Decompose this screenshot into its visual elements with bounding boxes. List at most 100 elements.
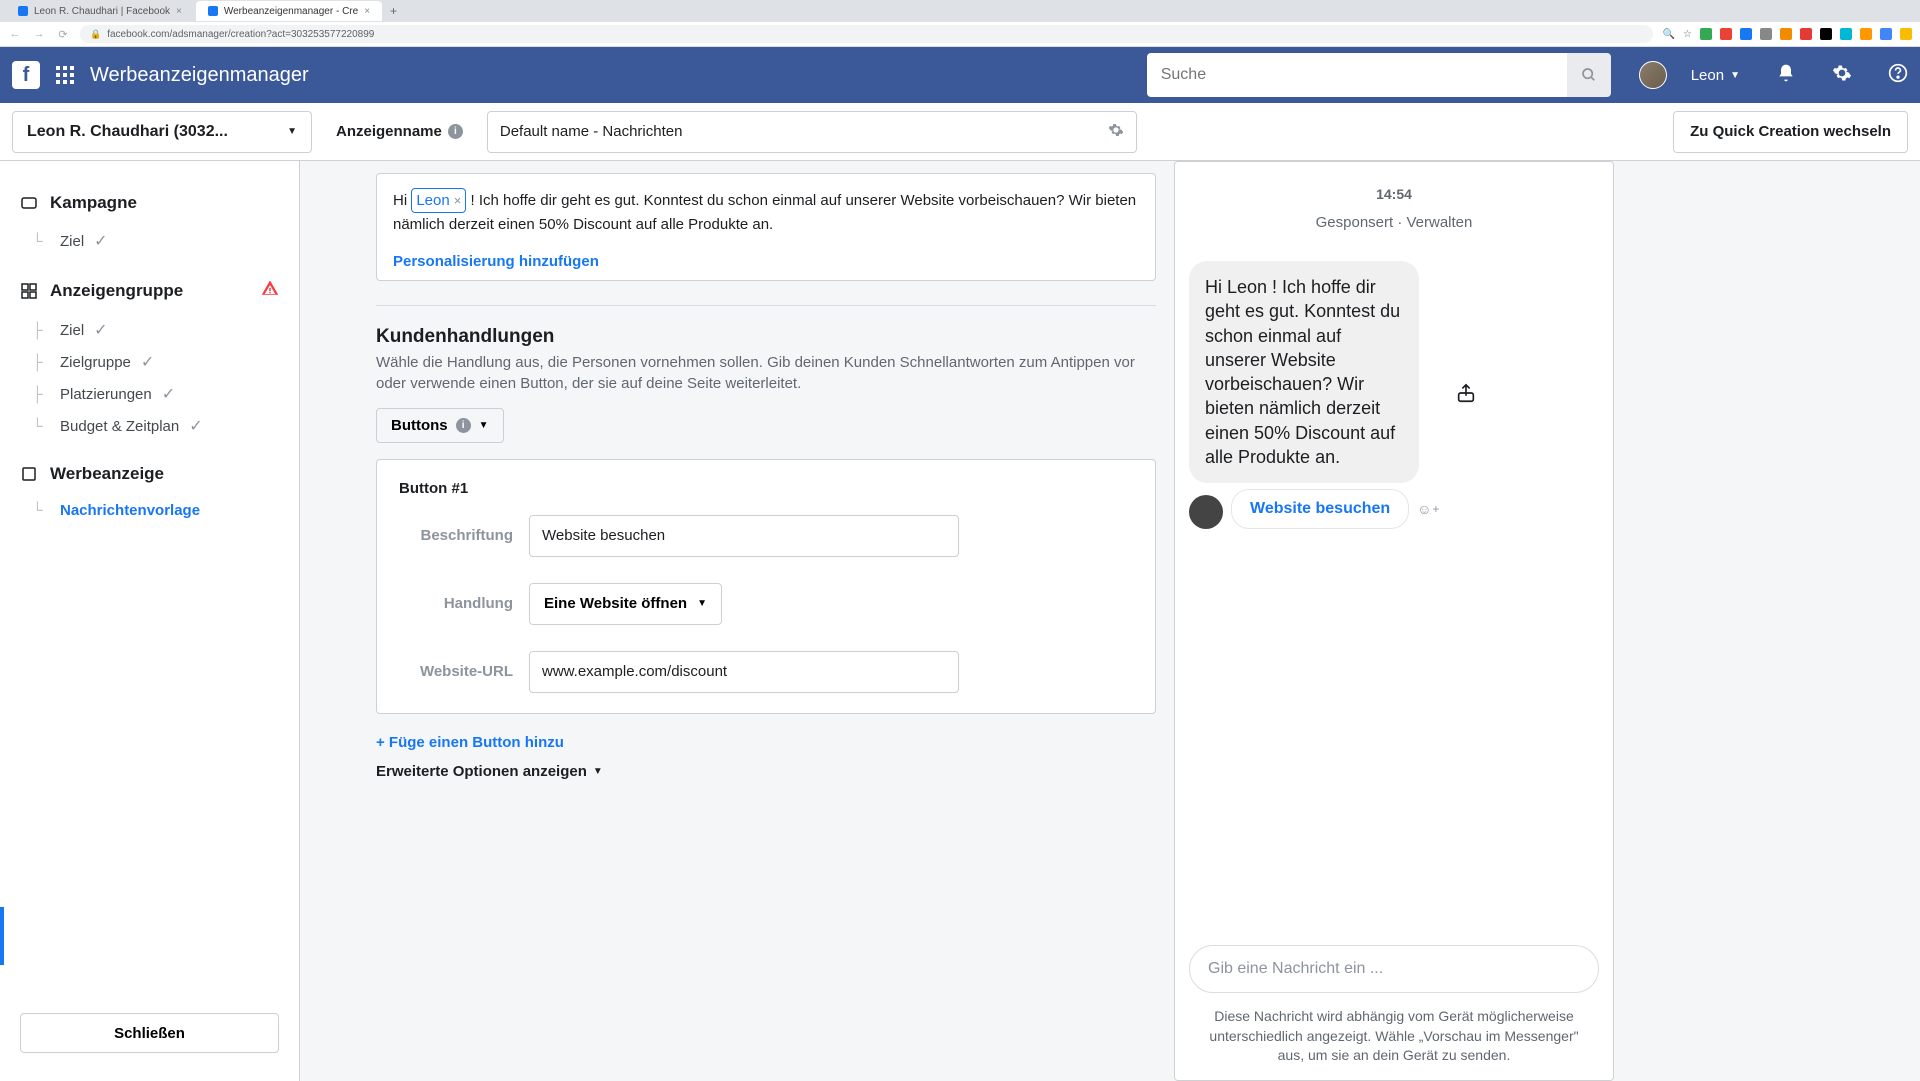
sidebar-section-ad[interactable]: Werbeanzeige [0,464,299,496]
tree-line: └ [32,502,50,519]
check-icon: ✓ [94,320,107,340]
zoom-icon[interactable]: 🔍 [1663,29,1675,40]
section-label: Kampagne [50,193,137,213]
browser-tab-2[interactable]: Werbeanzeigenmanager - Cre × [196,1,382,21]
sidebar-item-ziel[interactable]: └ Ziel ✓ [32,225,299,257]
add-button-link[interactable]: + Füge einen Button hinzu [376,734,1156,751]
message-text[interactable]: Hi Leon × ! Ich hoffe dir geht es gut. K… [393,188,1139,237]
sub-header: Leon R. Chaudhari (3032... ▼ Anzeigennam… [0,103,1920,161]
warning-icon [261,279,279,302]
close-label: Schließen [114,1025,185,1042]
ext-icon[interactable] [1780,28,1792,40]
ext-icon[interactable] [1840,28,1852,40]
user-avatar[interactable] [1639,61,1667,89]
share-icon[interactable] [1455,382,1477,409]
advanced-label: Erweiterte Optionen anzeigen [376,763,587,780]
ext-icon[interactable] [1740,28,1752,40]
browser-tab-1[interactable]: Leon R. Chaudhari | Facebook × [6,1,194,21]
section-subtitle: Wähle die Handlung aus, die Personen vor… [376,352,1156,394]
item-label: Budget & Zeitplan [60,418,179,435]
ext-icon[interactable] [1700,28,1712,40]
close-button[interactable]: Schließen [20,1013,279,1053]
account-dropdown[interactable]: Leon R. Chaudhari (3032... ▼ [12,111,312,153]
msg-hi: Hi [393,192,407,209]
add-personalization-link[interactable]: Personalisierung hinzufügen [393,253,1139,270]
facebook-logo[interactable]: f [12,61,40,89]
active-indicator [0,907,4,965]
add-reaction-icon[interactable]: ☺+ [1417,501,1439,517]
forward-button[interactable]: → [32,27,46,41]
reload-button[interactable]: ⟳ [56,27,70,41]
sidebar-item-platzierungen[interactable]: ├ Platzierungen ✓ [32,378,299,410]
ext-icon[interactable] [1880,28,1892,40]
sidebar-item-ziel-2[interactable]: ├ Ziel ✓ [32,314,299,346]
info-icon[interactable]: i [448,124,463,139]
advanced-options-link[interactable]: Erweiterte Optionen anzeigen ▼ [376,763,1156,780]
search-button[interactable] [1567,53,1611,97]
action-value: Eine Website öffnen [544,595,687,612]
url-input[interactable]: www.example.com/discount [529,651,959,693]
adset-icon [20,282,38,300]
action-dropdown[interactable]: Eine Website öffnen ▼ [529,583,722,625]
ext-icon[interactable] [1720,28,1732,40]
ext-icon[interactable] [1760,28,1772,40]
sidebar-item-zielgruppe[interactable]: ├ Zielgruppe ✓ [32,346,299,378]
ad-icon [20,465,38,483]
caption-input[interactable]: Website besuchen [529,515,959,557]
back-button[interactable]: ← [8,27,22,41]
username: Leon [1691,67,1724,84]
preview-message-input[interactable]: Gib eine Nachricht ein ... [1189,945,1599,993]
token-remove-icon[interactable]: × [454,191,462,211]
search-input[interactable] [1147,53,1567,97]
tree-line: └ [32,418,50,435]
campaign-icon [20,194,38,212]
help-icon[interactable] [1888,63,1908,88]
new-tab-button[interactable]: + [384,4,403,18]
section-label: Werbeanzeige [50,464,164,484]
visit-website-button[interactable]: Website besuchen [1231,489,1409,529]
favicon [208,6,218,16]
sidebar-item-nachrichtenvorlage[interactable]: └ Nachrichtenvorlage [32,496,299,525]
ext-icon[interactable] [1800,28,1812,40]
message-box: Hi Leon × ! Ich hoffe dir geht es gut. K… [376,173,1156,281]
message-bubble: Hi Leon ! Ich hoffe dir geht es gut. Kon… [1189,261,1419,483]
preview-meta: Gesponsert · Verwalten [1189,214,1599,231]
apps-grid-icon[interactable] [56,66,74,84]
ext-icon[interactable] [1820,28,1832,40]
buttons-label: Buttons [391,417,448,434]
caption-value: Website besuchen [542,527,665,544]
user-menu[interactable]: Leon ▼ [1691,67,1740,84]
buttons-dropdown[interactable]: Buttons i ▼ [376,408,504,443]
caret-down-icon: ▼ [1730,70,1740,81]
button-1-title: Button #1 [399,480,1133,497]
button-1-card: Button #1 Beschriftung Website besuchen … [376,459,1156,714]
sidebar-section-campaign[interactable]: Kampagne [0,193,299,225]
settings-icon[interactable] [1832,63,1852,88]
item-label: Ziel [60,233,84,250]
preview-panel: 14:54 Gesponsert · Verwalten Hi Leon ! I… [1174,161,1614,1081]
item-label: Zielgruppe [60,354,131,371]
tab-close-icon[interactable]: × [176,6,182,17]
main-layout: Kampagne └ Ziel ✓ Anzeigengruppe ├ Ziel … [0,161,1920,1081]
caret-down-icon: ▼ [697,598,707,609]
tab-close-icon[interactable]: × [364,6,370,17]
info-icon[interactable]: i [456,418,471,433]
sidebar-item-budget[interactable]: └ Budget & Zeitplan ✓ [32,410,299,442]
sidebar-section-adset[interactable]: Anzeigengruppe [0,279,299,314]
personalization-token[interactable]: Leon × [411,188,466,213]
url-bar: ← → ⟳ 🔒 facebook.com/adsmanager/creation… [0,22,1920,46]
section-label: Anzeigengruppe [50,281,183,301]
star-icon[interactable]: ☆ [1683,29,1692,40]
ad-name-input[interactable]: Default name - Nachrichten [487,111,1137,153]
quick-creation-button[interactable]: Zu Quick Creation wechseln [1673,111,1908,153]
item-label: Platzierungen [60,386,152,403]
ext-icon[interactable] [1900,28,1912,40]
notifications-icon[interactable] [1776,63,1796,88]
sender-avatar [1189,495,1223,529]
tab-bar: Leon R. Chaudhari | Facebook × Werbeanze… [0,0,1920,22]
editor-column: Hi Leon × ! Ich hoffe dir geht es gut. K… [376,161,1156,1081]
gear-icon[interactable] [1108,122,1124,142]
check-icon: ✓ [162,384,175,404]
address-field[interactable]: 🔒 facebook.com/adsmanager/creation?act=3… [80,25,1653,43]
ext-icon[interactable] [1860,28,1872,40]
